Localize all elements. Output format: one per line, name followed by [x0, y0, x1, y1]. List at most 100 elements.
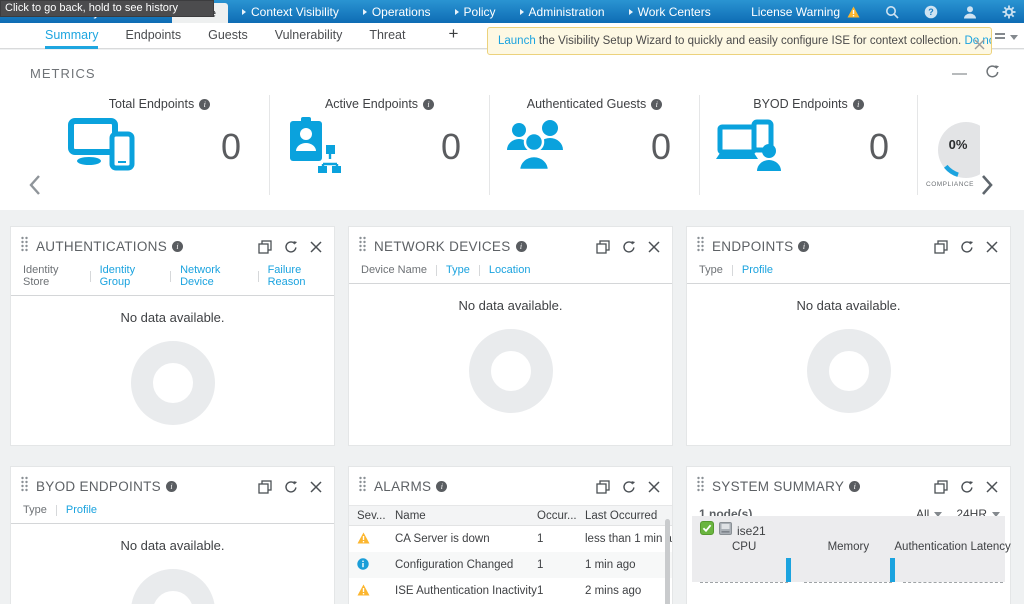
license-warning[interactable]: License Warning [751, 5, 860, 19]
tab-endpoints[interactable]: Endpoints [125, 23, 181, 49]
nav-policy[interactable]: Policy [455, 5, 496, 19]
drag-handle-icon[interactable] [21, 236, 28, 257]
metric-label: Authentication Latency [894, 541, 1010, 553]
subtab-location[interactable]: Location [489, 264, 531, 276]
subtab-profile[interactable]: Profile [66, 504, 97, 516]
nav-arrow-icon [455, 9, 459, 15]
gear-icon[interactable] [1002, 5, 1016, 19]
compliance-value: 0% [938, 137, 978, 152]
search-icon[interactable] [885, 5, 899, 19]
drag-handle-icon[interactable] [697, 236, 704, 257]
refresh-panel-icon[interactable] [284, 480, 298, 494]
nav-context-visibility[interactable]: Context Visibility [242, 5, 339, 19]
header-actions: License Warning ? [751, 0, 1016, 23]
close-panel-icon[interactable] [648, 481, 660, 493]
metric-label: CPU [732, 541, 756, 553]
metric-total-endpoints[interactable]: Total Endpoints 0 [50, 95, 270, 195]
metric-compliance[interactable]: 0% COMPLIANCE [918, 95, 980, 205]
metric-value: 0 [221, 126, 241, 168]
refresh-panel-icon[interactable] [960, 480, 974, 494]
node-summary-card[interactable]: ise21 CPU Memory Authentication Latency [692, 516, 1005, 582]
empty-message: No data available. [11, 538, 334, 553]
close-panel-icon[interactable] [310, 481, 322, 493]
col-name[interactable]: Name [395, 510, 537, 522]
close-panel-icon[interactable] [986, 241, 998, 253]
table-row[interactable]: ISE Authentication Inactivity 1 2 mins a… [349, 578, 672, 604]
checkbox-checked-icon[interactable] [700, 521, 714, 540]
panel-title: BYOD ENDPOINTS [36, 479, 161, 494]
metrics-prev-button[interactable] [28, 173, 41, 202]
nav-work-centers[interactable]: Work Centers [629, 5, 711, 19]
subtab-type[interactable]: Type [446, 264, 470, 276]
node-name[interactable]: ise21 [737, 524, 766, 538]
metric-label: Memory [828, 541, 870, 553]
devices-icon [66, 118, 138, 177]
refresh-panel-icon[interactable] [284, 240, 298, 254]
close-panel-icon[interactable] [648, 241, 660, 253]
nav-administration[interactable]: Administration [520, 5, 605, 19]
ise-dashboard: cisco Identity Services Engine Home Cont… [0, 0, 1024, 604]
memory-sparkline-chart [804, 557, 892, 583]
refresh-metrics-icon[interactable] [985, 64, 1000, 84]
info-icon [199, 99, 210, 110]
col-occurrences[interactable]: Occur... [537, 510, 585, 522]
dashboard-settings-dropdown[interactable] [995, 32, 1018, 42]
collapse-metrics-icon[interactable]: — [952, 69, 967, 79]
subtab-identity-group[interactable]: Identity Group [100, 264, 162, 288]
close-panel-icon[interactable] [310, 241, 322, 253]
subtab-network-device[interactable]: Network Device [180, 264, 249, 288]
refresh-panel-icon[interactable] [622, 480, 636, 494]
byod-icon [716, 119, 784, 176]
refresh-panel-icon[interactable] [960, 240, 974, 254]
alarms-table-body: CA Server is down 1 less than 1 min ago … [349, 526, 672, 604]
banner-message: the Visibility Setup Wizard to quickly a… [536, 35, 965, 47]
layout-icon [995, 32, 1005, 42]
close-banner-icon[interactable] [974, 34, 985, 55]
launch-wizard-link[interactable]: Launch [498, 35, 536, 47]
refresh-panel-icon[interactable] [622, 240, 636, 254]
subtab-device-name[interactable]: Device Name [361, 264, 427, 276]
drag-handle-icon[interactable] [359, 236, 366, 257]
drag-handle-icon[interactable] [697, 476, 704, 497]
tab-vulnerability[interactable]: Vulnerability [275, 23, 343, 49]
metric-authenticated-guests[interactable]: Authenticated Guests 0 [490, 95, 700, 195]
metric-byod-endpoints[interactable]: BYOD Endpoints 0 [700, 95, 918, 195]
tab-summary[interactable]: Summary [45, 23, 98, 49]
subtab-type[interactable]: Type [699, 264, 723, 276]
detach-panel-icon[interactable] [934, 480, 948, 494]
nav-operations[interactable]: Operations [363, 5, 431, 19]
tab-guests[interactable]: Guests [208, 23, 248, 49]
help-icon[interactable]: ? [924, 5, 938, 19]
panel-title: AUTHENTICATIONS [36, 239, 167, 254]
col-last-occurred[interactable]: Last Occurred [585, 510, 672, 522]
banner-callout-arrow [944, 27, 957, 34]
drag-handle-icon[interactable] [359, 476, 366, 497]
subtab-failure-reason[interactable]: Failure Reason [268, 264, 334, 288]
detach-panel-icon[interactable] [934, 240, 948, 254]
info-icon [172, 241, 183, 252]
nav-arrow-icon [520, 9, 524, 15]
subtab-profile[interactable]: Profile [742, 264, 773, 276]
drag-handle-icon[interactable] [21, 476, 28, 497]
detach-panel-icon[interactable] [258, 240, 272, 254]
table-row[interactable]: Configuration Changed 1 1 min ago [349, 552, 672, 578]
panel-authentications: AUTHENTICATIONS Identity Store Identity … [10, 226, 335, 446]
col-severity[interactable]: Sev... [357, 510, 395, 522]
nav-arrow-icon [629, 9, 633, 15]
info-icon [423, 99, 434, 110]
detach-panel-icon[interactable] [596, 480, 610, 494]
add-tab-button[interactable]: + [448, 23, 458, 49]
subtab-identity-store[interactable]: Identity Store [23, 264, 81, 288]
close-panel-icon[interactable] [986, 481, 998, 493]
subtab-type[interactable]: Type [23, 504, 47, 516]
alarms-scrollbar[interactable] [665, 519, 670, 604]
detach-panel-icon[interactable] [258, 480, 272, 494]
detach-panel-icon[interactable] [596, 240, 610, 254]
metrics-next-button[interactable] [981, 173, 994, 202]
table-row[interactable]: CA Server is down 1 less than 1 min ago [349, 526, 672, 552]
tab-threat[interactable]: Threat [369, 23, 405, 49]
svg-text:?: ? [928, 7, 934, 17]
metric-active-endpoints[interactable]: Active Endpoints 0 [270, 95, 490, 195]
user-icon[interactable] [963, 5, 977, 19]
spark-bar [890, 558, 895, 582]
